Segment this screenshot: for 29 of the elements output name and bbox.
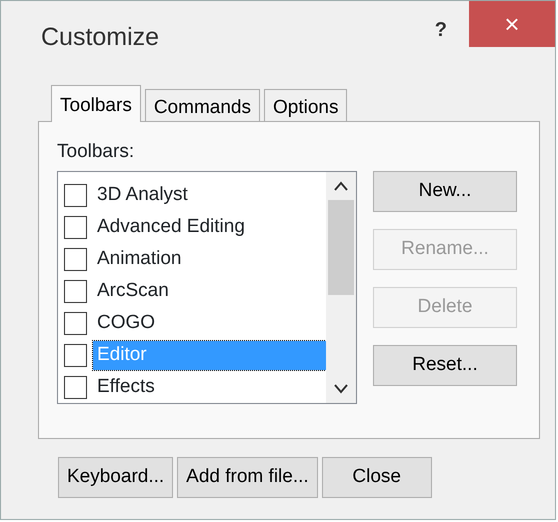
checkbox[interactable] [64, 216, 87, 239]
tab[interactable]: Commands [144, 89, 260, 121]
tab[interactable]: Options [264, 89, 348, 121]
toolbar-list[interactable]: 3D Analyst Advanced Editing Animation ArcScan COGO Editor Effects [57, 170, 357, 404]
checkbox[interactable] [64, 344, 87, 367]
scroll-up-icon[interactable] [333, 180, 349, 192]
help-button[interactable]: ? [434, 15, 447, 45]
list-item[interactable]: 3D Analyst [93, 181, 326, 210]
side-button[interactable]: Reset... [373, 344, 517, 386]
checkbox[interactable] [64, 312, 87, 335]
scroll-down-icon[interactable] [333, 382, 349, 394]
dialog-button[interactable]: Close [322, 457, 432, 498]
checkbox[interactable] [64, 248, 87, 271]
list-item[interactable]: Effects [93, 373, 326, 402]
dialog-button[interactable]: Keyboard... [58, 457, 174, 498]
checkbox[interactable] [64, 376, 87, 399]
scrollbar-thumb[interactable] [328, 200, 354, 294]
list-item[interactable]: ArcScan [93, 277, 326, 306]
side-button[interactable]: New... [373, 170, 517, 212]
checkbox[interactable] [64, 280, 87, 303]
dialog-button[interactable]: Add from file... [177, 457, 318, 498]
list-item[interactable]: COGO [93, 309, 326, 338]
window-title: Customize [41, 22, 160, 53]
list-item[interactable]: Advanced Editing [93, 213, 326, 242]
list-item[interactable]: Animation [93, 245, 326, 274]
close-button[interactable]: × [469, 1, 555, 47]
tab[interactable]: Toolbars [51, 85, 141, 122]
list-label: Toolbars: [57, 140, 136, 164]
checkbox[interactable] [64, 184, 87, 207]
